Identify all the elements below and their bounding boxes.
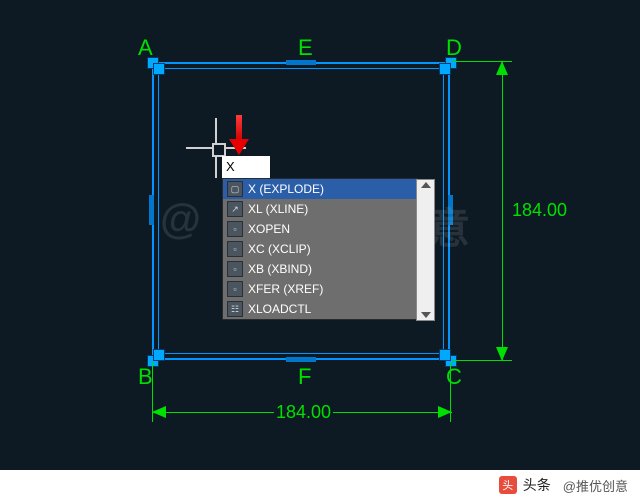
autocomplete-label: X (EXPLODE)	[248, 182, 324, 196]
dim-line-vertical	[502, 61, 503, 361]
cad-canvas[interactable]: A E D B F C 184.00 184.00 @ 优创意 X ▢X (EX…	[0, 0, 640, 500]
autocomplete-label: XL (XLINE)	[248, 202, 308, 216]
command-icon: ▫	[227, 261, 243, 277]
command-icon: ▫	[227, 221, 243, 237]
footer-author: @推优创意	[563, 476, 628, 495]
autocomplete-label: XC (XCLIP)	[248, 242, 311, 256]
grip-inner[interactable]	[439, 349, 451, 361]
command-icon: ▫	[227, 241, 243, 257]
dim-arrow	[496, 61, 508, 75]
grip-inner[interactable]	[153, 349, 165, 361]
command-icon: ▢	[227, 181, 243, 197]
command-input[interactable]: X	[222, 156, 270, 178]
vertex-label-e: E	[298, 35, 313, 61]
footer-brand: 头条	[523, 475, 551, 495]
autocomplete-item[interactable]: ☷ XLOADCTL	[223, 299, 417, 319]
autocomplete-item[interactable]: ↗ XL (XLINE)	[223, 199, 417, 219]
autocomplete-label: XB (XBIND)	[248, 262, 312, 276]
autocomplete-item[interactable]: ▫ XB (XBIND)	[223, 259, 417, 279]
command-icon: ↗	[227, 201, 243, 217]
command-icon: ▫	[227, 281, 243, 297]
annotation-arrow	[232, 115, 246, 155]
vertex-label-c: C	[446, 364, 462, 390]
autocomplete-label: XFER (XREF)	[248, 282, 323, 296]
dim-arrow	[438, 406, 452, 418]
vertex-label-f: F	[298, 364, 311, 390]
autocomplete-item[interactable]: ▫ XC (XCLIP)	[223, 239, 417, 259]
watermark-at: @	[160, 195, 203, 243]
command-icon: ☷	[227, 301, 243, 317]
toutiao-logo-icon: 头	[499, 476, 517, 494]
autocomplete-menu[interactable]: ▢ X (EXPLODE) ↗ XL (XLINE) ▫ XOPEN ▫ XC (XCLIP)…	[222, 178, 418, 320]
autocomplete-label: XOPEN	[248, 222, 290, 236]
midpoint-bottom[interactable]	[286, 357, 316, 362]
grip-inner[interactable]	[439, 63, 451, 75]
vertex-label-b: B	[138, 364, 153, 390]
midpoint-left[interactable]	[149, 195, 154, 225]
autocomplete-item[interactable]: ▫ XFER (XREF)	[223, 279, 417, 299]
vertex-label-a: A	[138, 35, 153, 61]
dimension-height: 184.00	[510, 200, 569, 221]
dimension-width: 184.00	[274, 402, 333, 423]
dim-arrow	[152, 406, 166, 418]
scrollbar[interactable]	[416, 179, 435, 321]
vertex-label-d: D	[446, 35, 462, 61]
grip-inner[interactable]	[153, 63, 165, 75]
autocomplete-item[interactable]: ▫ XOPEN	[223, 219, 417, 239]
autocomplete-item[interactable]: ▢ X (EXPLODE)	[223, 179, 417, 199]
autocomplete-label: XLOADCTL	[248, 302, 311, 316]
dim-arrow	[496, 347, 508, 361]
footer-bar: 头 头条 @推优创意	[0, 470, 640, 500]
crosshair-pickbox	[212, 143, 226, 157]
